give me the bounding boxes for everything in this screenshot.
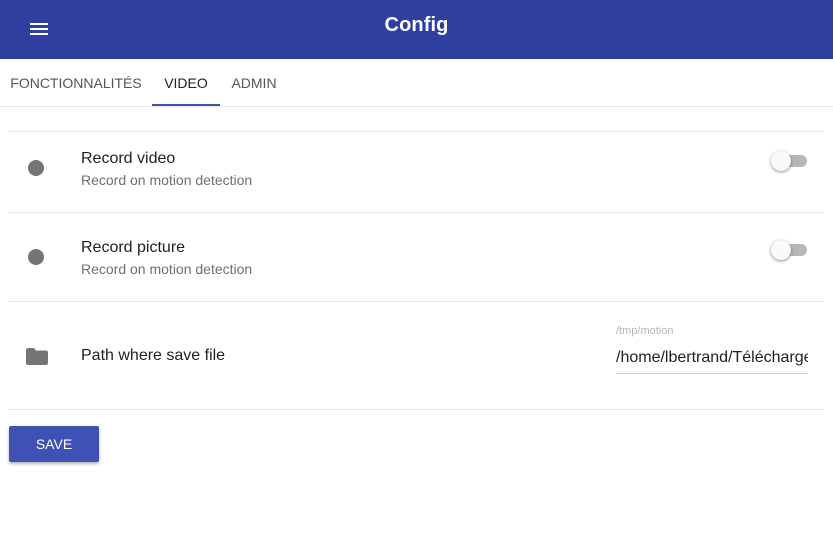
toggle-thumb [771, 240, 791, 260]
save-path-hint: /tmp/motion [616, 325, 674, 337]
record-picture-subtitle: Record on motion detection [81, 261, 253, 277]
save-button[interactable]: SAVE [9, 426, 99, 462]
app-bar: Config [0, 0, 833, 59]
app-title: Config [384, 14, 449, 36]
tab-video[interactable]: VIDEO [152, 59, 220, 106]
tab-fonctionnalites[interactable]: FONCTIONNALITÉS [0, 59, 152, 106]
list-divider [9, 409, 824, 410]
record-video-title: Record video [81, 150, 176, 167]
tab-bar: FONCTIONNALITÉS VIDEO ADMIN [0, 59, 833, 107]
save-path-label: Path where save file [81, 347, 226, 364]
record-picture-title: Record picture [81, 239, 186, 256]
save-path-input[interactable] [616, 343, 808, 374]
setting-record-picture: Record picture Record on motion detectio… [9, 213, 824, 301]
setting-save-path: Path where save file /tmp/motion [9, 302, 824, 409]
record-video-toggle[interactable] [771, 150, 809, 172]
dot-icon [28, 160, 44, 176]
dot-icon [28, 249, 44, 265]
folder-icon [26, 348, 48, 365]
toggle-thumb [771, 151, 791, 171]
setting-record-video: Record video Record on motion detection [9, 132, 824, 212]
record-picture-toggle[interactable] [771, 239, 809, 261]
tab-admin[interactable]: ADMIN [220, 59, 288, 106]
record-video-subtitle: Record on motion detection [81, 172, 253, 188]
